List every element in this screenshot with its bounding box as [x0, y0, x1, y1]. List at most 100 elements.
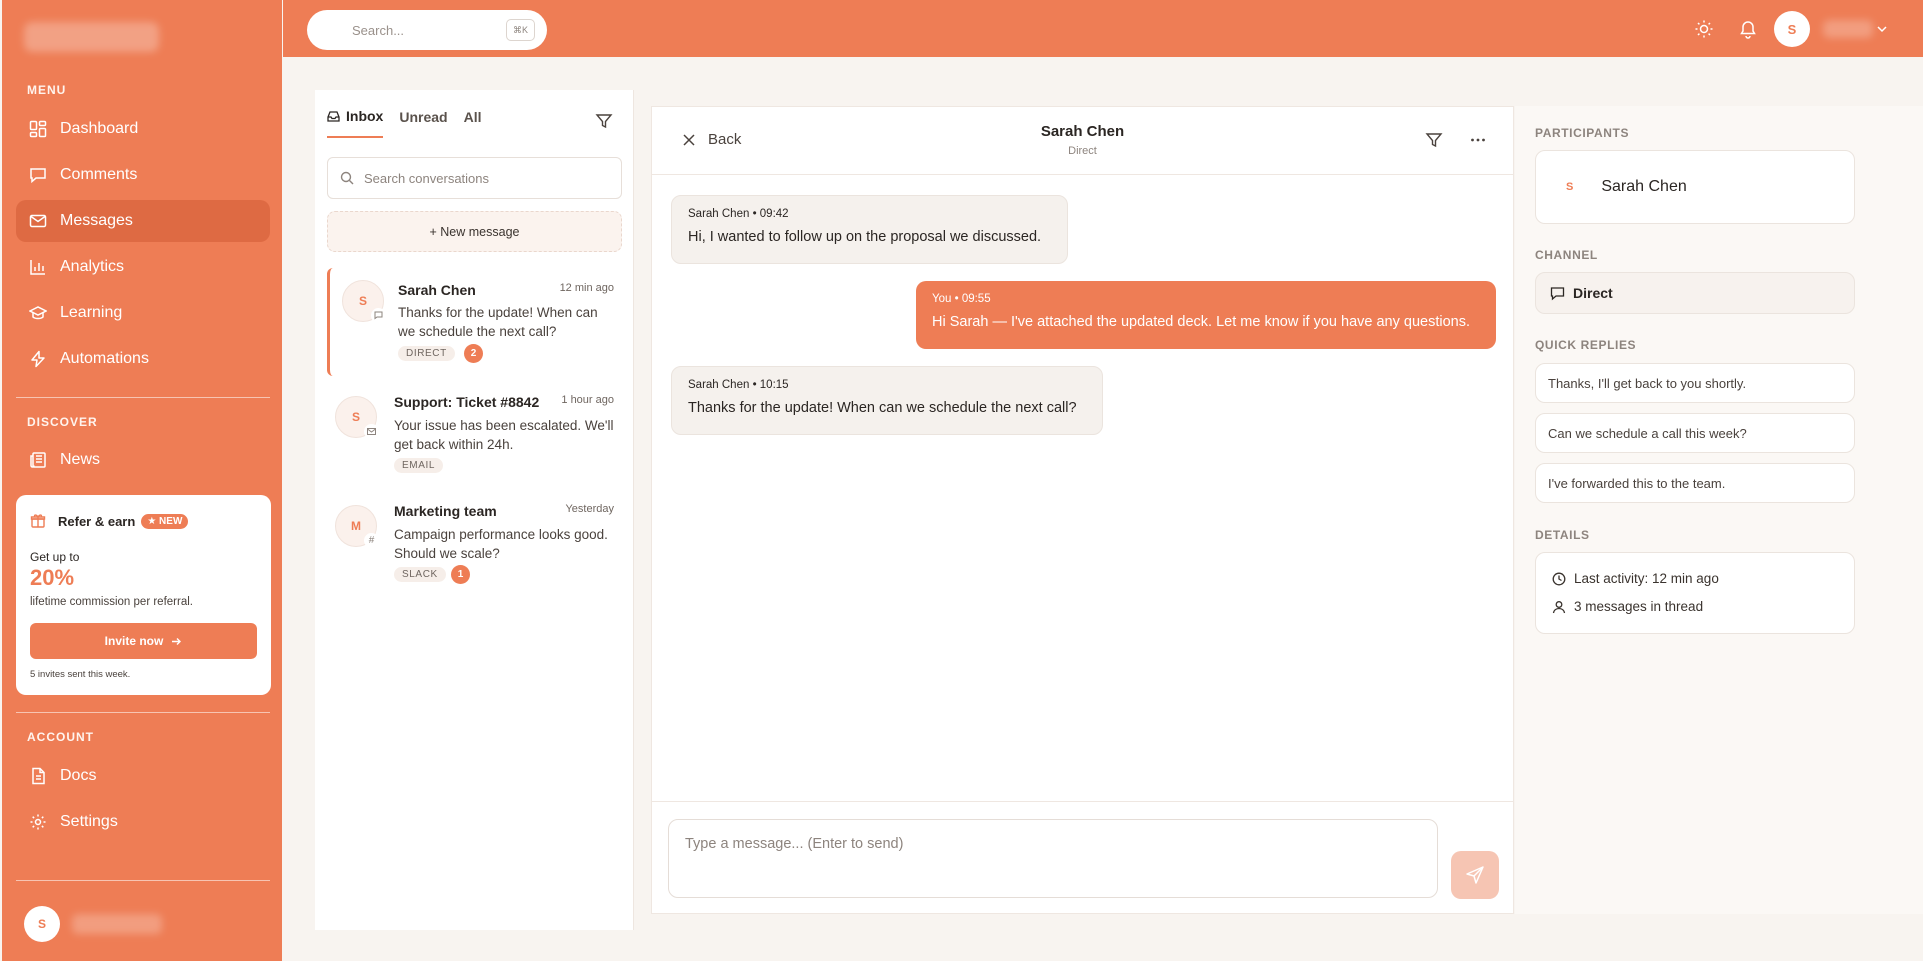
chat-panel: Back Sarah Chen Direct Sarah Chen • 09:4…	[651, 106, 1514, 914]
conversation-search-input[interactable]: Search conversations	[327, 157, 622, 199]
tab-all[interactable]: All	[464, 108, 482, 138]
message-text: Thanks for the update! When can we sched…	[688, 400, 1077, 416]
participant-card[interactable]: S Sarah Chen	[1535, 150, 1855, 224]
quick-reply-button[interactable]: Can we schedule a call this week?	[1535, 413, 1855, 453]
more-options-icon[interactable]	[1469, 131, 1487, 149]
topbar: Search... ⌘K S	[283, 0, 1923, 57]
tab-inbox[interactable]: Inbox	[327, 108, 384, 138]
sidebar: MENU Dashboard Comments Messages Analyti…	[2, 0, 282, 961]
sidebar-item-label: Messages	[60, 212, 133, 229]
sidebar-item-comments[interactable]: Comments	[16, 154, 270, 196]
participant-name: Sarah Chen	[1601, 178, 1687, 195]
details-panel: PARTICIPANTS S Sarah Chen CHANNEL Direct…	[1515, 106, 1923, 914]
search-placeholder: Search...	[352, 22, 405, 38]
sidebar-item-label: Analytics	[60, 258, 125, 275]
filter-icon[interactable]	[595, 112, 613, 130]
user-avatar[interactable]: S	[24, 906, 60, 942]
sidebar-item-analytics[interactable]: Analytics	[16, 246, 270, 288]
tab-unread[interactable]: Unread	[399, 108, 447, 138]
sidebar-item-automations[interactable]: Automations	[16, 338, 270, 380]
message-bubble: Sarah Chen • 10:15 Thanks for the update…	[671, 366, 1103, 435]
conversation-time: 1 hour ago	[561, 394, 614, 406]
user-avatar[interactable]: S	[1774, 11, 1810, 47]
divider	[16, 397, 270, 398]
sidebar-item-docs[interactable]: Docs	[16, 755, 270, 797]
conversation-preview: Thanks for the update! When can we sched…	[398, 305, 598, 339]
new-message-button[interactable]: + New message	[327, 211, 622, 252]
detail-text: Last activity: 12 min ago	[1574, 571, 1719, 586]
send-button[interactable]	[1451, 851, 1499, 899]
shortcut-hint: ⌘K	[505, 19, 535, 41]
clock-icon	[1552, 572, 1566, 586]
channel-name: Direct	[1573, 285, 1613, 301]
channel-tag: EMAIL	[394, 458, 444, 473]
sidebar-item-label: Settings	[60, 813, 118, 830]
chevron-down-icon[interactable]	[1871, 18, 1893, 40]
unread-count-badge: 1	[451, 565, 470, 584]
avatar-initial: S	[358, 294, 367, 308]
mail-icon	[364, 424, 379, 439]
user-name[interactable]	[72, 914, 162, 934]
sidebar-item-news[interactable]: News	[16, 439, 270, 481]
sidebar-item-label: Learning	[60, 304, 123, 321]
sidebar-item-label: Automations	[60, 350, 149, 367]
user-name[interactable]	[1823, 20, 1873, 38]
invite-now-label: Invite now	[104, 634, 164, 648]
divider	[16, 712, 270, 713]
conversation-item[interactable]: M # Marketing team Yesterday Campaign pe…	[327, 493, 622, 593]
newspaper-icon	[28, 450, 48, 470]
chat-bubble-icon	[371, 308, 386, 323]
conversation-time: 12 min ago	[559, 282, 614, 294]
detail-text: 3 messages in thread	[1574, 599, 1704, 614]
sun-icon[interactable]	[1693, 18, 1715, 40]
channel-card: Direct	[1535, 272, 1855, 314]
details-card: Last activity: 12 min ago 3 messages in …	[1535, 552, 1855, 634]
quick-reply-button[interactable]: Thanks, I'll get back to you shortly.	[1535, 363, 1855, 403]
global-search-input[interactable]: Search... ⌘K	[307, 10, 547, 50]
refer-note: 5 invites sent this week.	[30, 669, 131, 680]
lightning-icon	[28, 349, 48, 369]
dashboard-icon	[28, 119, 48, 139]
arrow-right-icon	[171, 636, 182, 647]
message-meta: Sarah Chen • 09:42	[688, 208, 789, 220]
new-badge: ★ NEW	[141, 513, 189, 529]
chat-subtitle: Direct	[1068, 145, 1097, 157]
message-text: Hi Sarah — I've attached the updated dec…	[932, 314, 1470, 330]
mail-icon	[28, 211, 48, 231]
tab-label: Unread	[399, 109, 448, 125]
participant-initial: S	[1566, 181, 1574, 193]
brand-logo[interactable]	[24, 22, 159, 52]
sidebar-item-messages[interactable]: Messages	[16, 200, 270, 242]
message-input[interactable]: Type a message... (Enter to send)	[668, 819, 1438, 898]
tab-label: Inbox	[346, 108, 384, 124]
conversation-item[interactable]: S Support: Ticket #8842 1 hour ago Your …	[327, 384, 622, 484]
bell-icon[interactable]	[1737, 18, 1759, 40]
conversation-name: Sarah Chen	[398, 282, 476, 298]
chat-bubble-icon	[1550, 286, 1565, 301]
sidebar-item-label: News	[60, 451, 101, 468]
gear-icon	[28, 812, 48, 832]
chat-header: Back Sarah Chen Direct	[652, 107, 1513, 175]
message-bubble: Sarah Chen • 09:42 Hi, I wanted to follo…	[671, 195, 1068, 264]
avatar-initial: M	[351, 519, 361, 533]
sidebar-item-settings[interactable]: Settings	[16, 801, 270, 843]
conversation-name: Marketing team	[394, 503, 497, 519]
message-meta: Sarah Chen • 10:15	[688, 379, 789, 391]
conversation-list: Inbox Unread All Search conversations + …	[315, 90, 634, 930]
sidebar-item-learning[interactable]: Learning	[16, 292, 270, 334]
detail-last-activity: Last activity: 12 min ago	[1552, 571, 1719, 586]
filter-icon[interactable]	[1425, 131, 1443, 149]
divider	[652, 801, 1513, 802]
sidebar-item-label: Comments	[60, 166, 138, 183]
bar-chart-icon	[28, 257, 48, 277]
sidebar-item-dashboard[interactable]: Dashboard	[16, 108, 270, 150]
conversation-item[interactable]: S Sarah Chen 12 min ago Thanks for the u…	[327, 268, 622, 376]
invite-now-button[interactable]: Invite now	[30, 623, 257, 659]
refer-description: lifetime commission per referral.	[30, 596, 193, 608]
refer-upto: Get up to	[30, 550, 80, 564]
comment-icon	[28, 165, 48, 185]
tab-label: All	[463, 109, 482, 125]
hashtag-icon: #	[364, 533, 379, 548]
conversation-tabs: Inbox Unread All	[327, 108, 497, 138]
quick-reply-button[interactable]: I've forwarded this to the team.	[1535, 463, 1855, 503]
